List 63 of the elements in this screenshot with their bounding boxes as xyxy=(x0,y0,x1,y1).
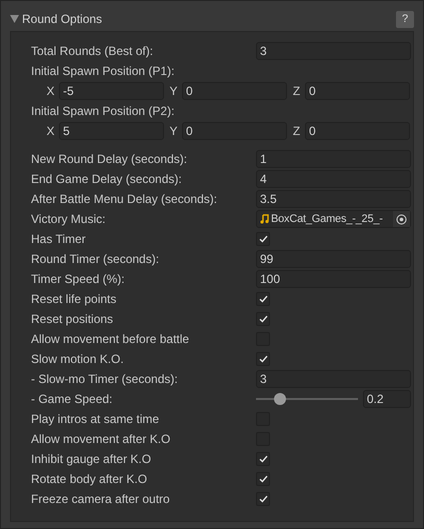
object-field[interactable]: BoxCat_Games_-_25_- xyxy=(256,210,411,228)
axis-label: Y xyxy=(168,125,178,137)
field-label: Initial Spawn Position (P2): xyxy=(31,105,176,117)
axis-label: X xyxy=(45,85,56,97)
input-field[interactable]: 3.5 xyxy=(256,190,411,208)
field-label: Timer Speed (%): xyxy=(31,273,126,285)
object-name: BoxCat_Games_-_25_- xyxy=(271,214,384,224)
field-label: After Battle Menu Delay (seconds): xyxy=(31,193,218,205)
slider-thumb[interactable] xyxy=(274,393,286,405)
checkmark-icon xyxy=(258,315,268,323)
field-label: Freeze camera after outro xyxy=(31,493,171,505)
field-label: Victory Music: xyxy=(31,213,106,225)
input-field[interactable]: 0 xyxy=(182,122,287,140)
field-label: Reset positions xyxy=(31,313,114,325)
checkbox[interactable] xyxy=(256,472,270,486)
field-label: Allow movement after K.O xyxy=(31,433,172,445)
field-label: - Game Speed: xyxy=(31,393,114,405)
field-label: Rotate body after K.O xyxy=(31,473,148,485)
input-field[interactable]: 0 xyxy=(305,122,410,140)
field-label: Total Rounds (Best of): xyxy=(31,45,154,57)
checkbox[interactable] xyxy=(256,352,270,366)
checkbox[interactable] xyxy=(256,312,270,326)
checkmark-icon xyxy=(258,495,268,503)
input-field[interactable]: 3 xyxy=(256,370,411,388)
checkbox[interactable] xyxy=(256,292,270,306)
field-label: Inhibit gauge after K.O xyxy=(31,453,152,465)
axis-label: Y xyxy=(168,85,178,97)
field-label: Play intros at same time xyxy=(31,413,160,425)
checkmark-icon xyxy=(258,455,268,463)
input-field[interactable]: 0 xyxy=(305,82,410,100)
checkbox[interactable] xyxy=(256,232,270,246)
checkbox[interactable] xyxy=(256,452,270,466)
field-label: Initial Spawn Position (P1): xyxy=(31,65,176,77)
field-label: Allow movement before battle xyxy=(31,333,190,345)
checkmark-icon xyxy=(258,235,268,243)
input-field[interactable]: 1 xyxy=(256,150,411,168)
help-button[interactable]: ? xyxy=(396,10,414,28)
axis-label: Z xyxy=(292,85,302,97)
triangle-icon xyxy=(10,15,19,23)
axis-label: Z xyxy=(292,125,302,137)
field-label: Reset life points xyxy=(31,293,118,305)
field-label: Has Timer xyxy=(31,233,87,245)
field-label: End Game Delay (seconds): xyxy=(31,173,183,185)
input-field[interactable]: 0 xyxy=(182,82,287,100)
input-field[interactable]: 100 xyxy=(256,270,411,288)
input-field[interactable]: -5 xyxy=(59,82,164,100)
field-label: New Round Delay (seconds): xyxy=(31,153,188,165)
field-label: Slow motion K.O. xyxy=(31,353,125,365)
checkmark-icon xyxy=(258,355,268,363)
input-field[interactable]: 99 xyxy=(256,250,411,268)
checkbox[interactable] xyxy=(256,492,270,506)
checkmark-icon xyxy=(258,295,268,303)
input-field[interactable]: 0.2 xyxy=(362,390,412,408)
checkmark-icon xyxy=(258,475,268,483)
axis-label: X xyxy=(45,125,56,137)
input-field[interactable]: 3 xyxy=(256,42,411,60)
input-field[interactable]: 4 xyxy=(256,170,411,188)
field-label: Round Timer (seconds): xyxy=(31,253,160,265)
slider[interactable] xyxy=(256,393,358,405)
field-label: - Slow-mo Timer (seconds): xyxy=(31,373,179,385)
input-field[interactable]: 5 xyxy=(59,122,164,140)
music-note-icon xyxy=(260,214,269,224)
target-picker-icon[interactable] xyxy=(393,211,410,227)
